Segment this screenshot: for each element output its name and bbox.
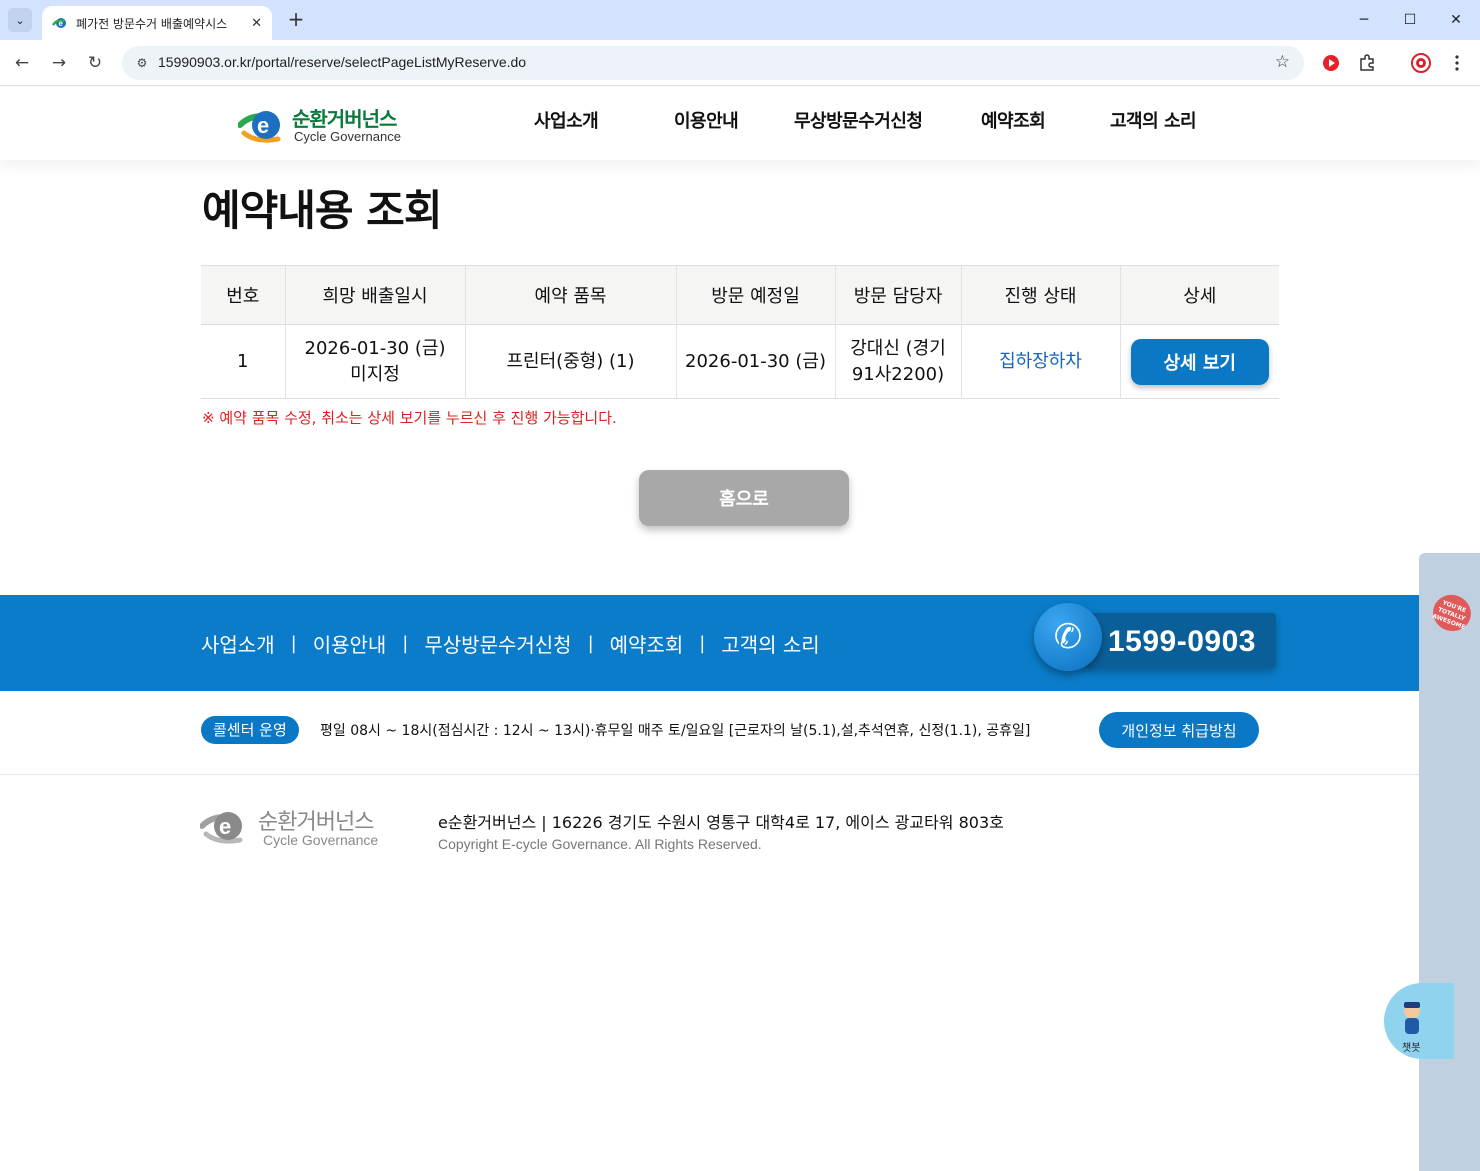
footer-nav-band: 사업소개 | 이용안내 | 무상방문수거신청 | 예약조회 | 고객의 소리 1… bbox=[0, 595, 1419, 691]
staff-name-text: 강대신 (경기 bbox=[850, 337, 946, 359]
browser-toolbar: ← → ↻ ⚙ 15990903.or.kr/portal/reserve/se… bbox=[0, 40, 1480, 86]
staff-vehicle-text: 91사2200) bbox=[851, 363, 945, 385]
svg-text:e: e bbox=[59, 19, 64, 28]
minimize-icon[interactable]: ─ bbox=[1342, 6, 1386, 34]
footer-logo: e 순환거버넌스 Cycle Governance bbox=[199, 804, 400, 852]
tab-close-icon[interactable]: ✕ bbox=[251, 16, 262, 31]
bookmark-star-icon[interactable]: ☆ bbox=[1275, 52, 1290, 72]
footer-logo-mark-icon: e bbox=[199, 812, 243, 844]
col-header-status: 진행 상태 bbox=[961, 265, 1121, 325]
footer-nav-usage-guide[interactable]: 이용안내 bbox=[313, 629, 387, 658]
svg-text:e: e bbox=[219, 814, 231, 839]
footer-nav-separator: | bbox=[402, 633, 409, 654]
awesome-sticker-icon[interactable]: YOU'RE TOTALLY AWESOME bbox=[1427, 589, 1477, 637]
status-text: 집하장하차 bbox=[999, 350, 1082, 372]
site-favicon-icon: e bbox=[51, 15, 68, 31]
footer-nav-business-intro[interactable]: 사업소개 bbox=[201, 629, 275, 658]
url-text[interactable]: 15990903.or.kr/portal/reserve/selectPage… bbox=[158, 54, 526, 70]
phone-icon: ✆ bbox=[1034, 603, 1102, 671]
table-row: 1 2026-01-30 (금) 미지정 프린터(중형) (1) 2026-01… bbox=[201, 324, 1279, 399]
footer-nav-customer-voice[interactable]: 고객의 소리 bbox=[721, 629, 819, 658]
site-header: e 순환거버넌스 Cycle Governance 사업소개 이용안내 무상방문… bbox=[0, 87, 1480, 160]
browser-tab[interactable]: e 폐가전 방문수거 배출예약시스 ✕ bbox=[42, 6, 272, 40]
site-info-icon[interactable]: ⚙ bbox=[130, 51, 154, 75]
col-header-detail: 상세 bbox=[1120, 265, 1279, 325]
side-extension-panel[interactable]: YOU'RE TOTALLY AWESOME bbox=[1419, 553, 1480, 1171]
table-header-row: 번호 희망 배출일시 예약 품목 방문 예정일 방문 담당자 진행 상태 상세 bbox=[201, 265, 1279, 325]
window-close-icon[interactable]: ✕ bbox=[1434, 6, 1478, 34]
extensions-puzzle-icon[interactable] bbox=[1356, 52, 1378, 74]
browser-tab-strip: ⌄ e 폐가전 방문수거 배출예약시스 ✕ + ─ ☐ ✕ bbox=[0, 0, 1480, 40]
footer-nav-reservation-lookup[interactable]: 예약조회 bbox=[610, 629, 684, 658]
view-detail-button[interactable]: 상세 보기 bbox=[1130, 338, 1269, 385]
logo-mark-icon: e bbox=[237, 111, 281, 143]
footer-nav: 사업소개 | 이용안내 | 무상방문수거신청 | 예약조회 | 고객의 소리 bbox=[201, 629, 820, 658]
col-header-desired-date: 희망 배출일시 bbox=[285, 265, 466, 325]
desired-date-text: 2026-01-30 (금) bbox=[304, 337, 446, 359]
col-header-staff: 방문 담당자 bbox=[835, 265, 962, 325]
company-address: e순환거버넌스 | 16226 경기도 수원시 영통구 대학4로 17, 에이스… bbox=[438, 813, 1004, 832]
edit-cancel-notice: ※ 예약 품목 수정, 취소는 상세 보기를 누르신 후 진행 가능합니다. bbox=[202, 409, 617, 427]
chatbot-label: 챗봇 bbox=[1402, 1043, 1421, 1054]
logo-text-ko: 순환거버넌스 bbox=[292, 107, 397, 131]
maximize-icon[interactable]: ☐ bbox=[1388, 6, 1432, 34]
page-title: 예약내용 조회 bbox=[202, 186, 442, 235]
phone-number: 1599-0903 bbox=[1108, 625, 1256, 658]
chatbot-mascot-icon bbox=[1404, 1002, 1420, 1034]
nav-usage-guide[interactable]: 이용안내 bbox=[674, 107, 739, 133]
footer-nav-separator: | bbox=[587, 633, 594, 654]
nav-business-intro[interactable]: 사업소개 bbox=[534, 107, 599, 133]
footer-nav-free-pickup-request[interactable]: 무상방문수거신청 bbox=[424, 629, 571, 658]
desired-time-text: 미지정 bbox=[350, 363, 400, 385]
browser-menu-icon[interactable] bbox=[1446, 52, 1468, 74]
call-center-badge: 콜센터 운영 bbox=[201, 716, 299, 744]
col-header-visit-date: 방문 예정일 bbox=[676, 265, 836, 325]
tab-search-button[interactable]: ⌄ bbox=[8, 8, 32, 32]
reload-icon[interactable]: ↻ bbox=[83, 51, 107, 75]
site-logo[interactable]: e 순환거버넌스 Cycle Governance bbox=[237, 103, 418, 147]
forward-icon[interactable]: → bbox=[47, 51, 71, 75]
svg-text:e: e bbox=[257, 113, 269, 138]
cell-detail: 상세 보기 bbox=[1120, 324, 1279, 399]
nav-customer-voice[interactable]: 고객의 소리 bbox=[1110, 107, 1197, 133]
address-bar[interactable]: ⚙ 15990903.or.kr/portal/reserve/selectPa… bbox=[122, 46, 1304, 80]
chatbot-button[interactable]: 챗봇 bbox=[1384, 983, 1454, 1059]
nav-free-pickup-request[interactable]: 무상방문수거신청 bbox=[794, 107, 923, 133]
cell-status: 집하장하차 bbox=[961, 324, 1121, 399]
extension-play-icon[interactable] bbox=[1320, 52, 1342, 74]
footer-logo-text-en: Cycle Governance bbox=[263, 832, 379, 848]
operating-hours: 평일 08시 ~ 18시(점심시간 : 12시 ~ 13시)·휴무일 매주 토/… bbox=[320, 723, 1031, 739]
cell-desired-date: 2026-01-30 (금) 미지정 bbox=[285, 324, 466, 399]
nav-reservation-lookup[interactable]: 예약조회 bbox=[981, 107, 1046, 133]
reservation-table: 번호 희망 배출일시 예약 품목 방문 예정일 방문 담당자 진행 상태 상세 … bbox=[201, 265, 1279, 399]
call-center-phone: 1599-0903 ✆ bbox=[1034, 603, 1276, 681]
cell-visit-date: 2026-01-30 (금) bbox=[676, 324, 836, 399]
new-tab-icon[interactable]: + bbox=[284, 8, 308, 32]
cell-item: 프린터(중형) (1) bbox=[465, 324, 677, 399]
profile-avatar-icon[interactable] bbox=[1410, 52, 1432, 74]
footer-nav-separator: | bbox=[290, 633, 297, 654]
col-header-item: 예약 품목 bbox=[465, 265, 677, 325]
footer-nav-separator: | bbox=[699, 633, 706, 654]
home-button[interactable]: 홈으로 bbox=[639, 470, 849, 526]
logo-text-en: Cycle Governance bbox=[294, 129, 401, 144]
cell-staff: 강대신 (경기 91사2200) bbox=[835, 324, 962, 399]
privacy-policy-button[interactable]: 개인정보 취급방침 bbox=[1099, 712, 1259, 748]
back-icon[interactable]: ← bbox=[10, 51, 34, 75]
cell-number: 1 bbox=[201, 324, 286, 399]
tab-title: 폐가전 방문수거 배출예약시스 bbox=[76, 16, 228, 31]
copyright: Copyright E-cycle Governance. All Rights… bbox=[438, 836, 762, 852]
call-center-info: 콜센터 운영 평일 08시 ~ 18시(점심시간 : 12시 ~ 13시)·휴무… bbox=[0, 691, 1419, 775]
col-header-number: 번호 bbox=[201, 265, 286, 325]
